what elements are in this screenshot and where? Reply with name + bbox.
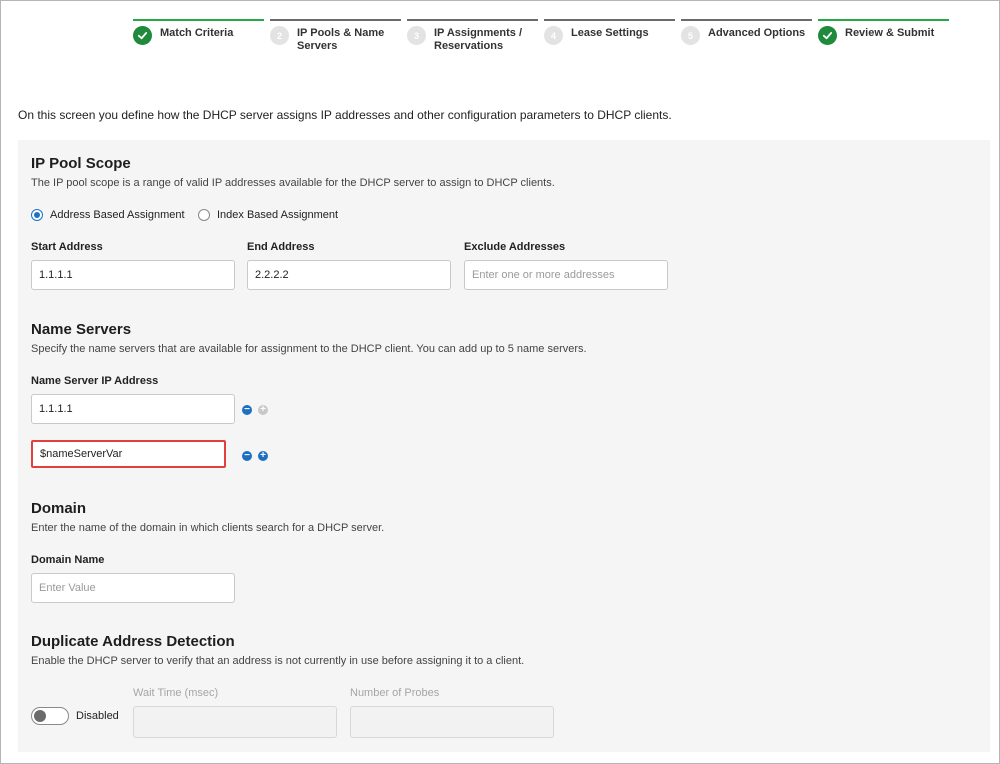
wizard-step-label: Review & Submit	[845, 27, 935, 39]
name-server-input-2[interactable]	[31, 440, 226, 468]
name-server-input-1[interactable]	[31, 394, 235, 424]
duplicate-detection-title: Duplicate Address Detection	[31, 633, 235, 650]
wizard-step-label: Advanced Options	[708, 27, 806, 39]
check-icon	[818, 26, 837, 45]
intro-text: On this screen you define how the DHCP s…	[18, 108, 672, 122]
step-number-badge: 3	[407, 26, 426, 45]
domain-name-input[interactable]	[31, 573, 235, 603]
wait-time-label: Wait Time (msec)	[133, 687, 219, 699]
exclude-addresses-input[interactable]	[464, 260, 668, 290]
config-panel: IP Pool Scope The IP pool scope is a ran…	[18, 140, 990, 752]
wizard-step-label: Lease Settings	[571, 27, 649, 39]
end-address-input[interactable]	[247, 260, 451, 290]
number-of-probes-label: Number of Probes	[350, 687, 440, 699]
duplicate-detection-toggle[interactable]	[31, 707, 69, 725]
name-servers-title: Name Servers	[31, 321, 132, 338]
wizard-step-match-criteria[interactable]: Match Criteria	[133, 19, 264, 53]
domain-description: Enter the name of the domain in which cl…	[31, 522, 385, 534]
address-based-radio[interactable]	[31, 209, 43, 221]
number-of-probes-input	[350, 706, 554, 738]
index-based-label: Index Based Assignment	[217, 209, 339, 221]
address-based-option[interactable]: Address Based Assignment	[31, 209, 185, 221]
ip-pool-description: The IP pool scope is a range of valid IP…	[31, 177, 555, 189]
wizard-steps: Match Criteria 2 IP Pools & Name Servers…	[133, 19, 949, 53]
step-number-badge: 2	[270, 26, 289, 45]
wizard-step-advanced-options[interactable]: 5 Advanced Options	[681, 19, 812, 53]
wizard-step-label: Match Criteria	[160, 27, 234, 39]
screenshot-frame: Match Criteria 2 IP Pools & Name Servers…	[0, 0, 1000, 764]
start-address-label: Start Address	[31, 241, 103, 253]
check-icon	[133, 26, 152, 45]
step-number-badge: 5	[681, 26, 700, 45]
add-name-server-icon[interactable]: +	[258, 451, 268, 461]
toggle-status-label: Disabled	[76, 710, 119, 722]
wizard-step-ip-pools[interactable]: 2 IP Pools & Name Servers	[270, 19, 401, 53]
wizard-step-label: IP Pools & Name Servers	[297, 27, 385, 52]
wizard-step-lease-settings[interactable]: 4 Lease Settings	[544, 19, 675, 53]
remove-name-server-icon[interactable]: −	[242, 451, 252, 461]
domain-name-label: Domain Name	[31, 554, 105, 566]
remove-name-server-icon[interactable]: −	[242, 405, 252, 415]
toggle-knob	[34, 710, 46, 722]
step-number-badge: 4	[544, 26, 563, 45]
ip-pool-title: IP Pool Scope	[31, 155, 131, 172]
wizard-step-review-submit[interactable]: Review & Submit	[818, 19, 949, 53]
index-based-option[interactable]: Index Based Assignment	[198, 209, 338, 221]
start-address-input[interactable]	[31, 260, 235, 290]
name-server-ip-label: Name Server IP Address	[31, 375, 159, 387]
wizard-step-label: IP Assignments / Reservations	[434, 27, 523, 52]
domain-title: Domain	[31, 500, 87, 517]
wait-time-input	[133, 706, 337, 738]
exclude-addresses-label: Exclude Addresses	[464, 241, 566, 253]
address-based-label: Address Based Assignment	[50, 209, 185, 221]
name-servers-description: Specify the name servers that are availa…	[31, 343, 587, 355]
wizard-step-ip-assignments[interactable]: 3 IP Assignments / Reservations	[407, 19, 538, 53]
index-based-radio[interactable]	[198, 209, 210, 221]
duplicate-detection-description: Enable the DHCP server to verify that an…	[31, 655, 525, 667]
add-name-server-icon[interactable]: +	[258, 405, 268, 415]
end-address-label: End Address	[247, 241, 315, 253]
